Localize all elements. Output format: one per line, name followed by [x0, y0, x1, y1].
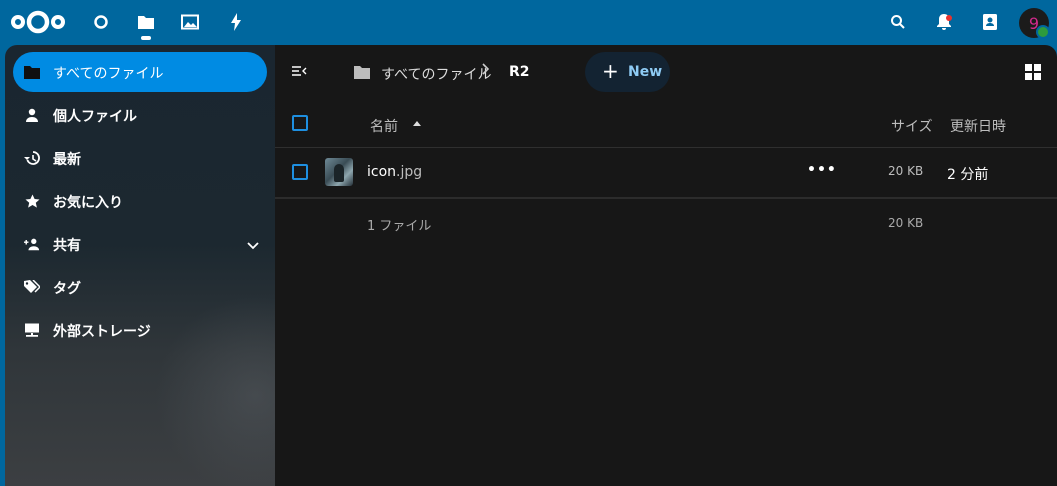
sidebar-item-external-storage[interactable]: 外部ストレージ [13, 310, 267, 350]
files-summary-size: 20 KB [888, 216, 924, 230]
sidebar-item-label: 共有 [53, 238, 81, 254]
divider [275, 197, 1057, 199]
sidebar-item-label: 個人ファイル [53, 109, 137, 125]
sidebar-item-label: お気に入り [53, 195, 123, 211]
history-icon [24, 150, 40, 166]
column-header-size[interactable]: サイズ [891, 116, 933, 136]
breadcrumb-current[interactable]: R2 [509, 64, 530, 80]
notifications-icon[interactable] [931, 9, 957, 35]
file-name[interactable]: icon.jpg [367, 164, 422, 180]
file-row-checkbox[interactable] [292, 164, 308, 180]
top-header: 9 [0, 0, 1057, 45]
sidebar-item-label: タグ [53, 281, 81, 297]
sidebar-item-all-files[interactable]: すべてのファイル [13, 52, 267, 92]
file-modified: 2 分前 [947, 167, 989, 183]
folder-icon [354, 64, 370, 83]
chevron-down-icon[interactable] [247, 238, 259, 254]
contacts-icon[interactable] [977, 9, 1003, 35]
chevron-right-icon [481, 63, 490, 79]
sidebar-item-label: 最新 [53, 152, 81, 168]
grid-view-icon[interactable] [1025, 64, 1041, 84]
share-icon [24, 236, 40, 252]
plus-icon: + [602, 59, 619, 83]
external-storage-icon [24, 322, 40, 338]
breadcrumb-root[interactable]: すべてのファイル [381, 64, 491, 84]
nextcloud-logo-icon[interactable] [10, 8, 66, 36]
active-app-indicator [141, 36, 151, 40]
file-basename: icon [367, 164, 397, 180]
activity-icon[interactable] [223, 9, 249, 35]
star-icon [24, 193, 40, 209]
person-icon [24, 107, 40, 123]
file-size: 20 KB [888, 164, 924, 178]
new-button[interactable]: + New [585, 52, 670, 92]
file-thumbnail[interactable] [325, 158, 353, 186]
sidebar-item-personal-files[interactable]: 個人ファイル [13, 95, 267, 135]
folder-icon [24, 64, 40, 80]
files-summary-count: 1 ファイル [367, 219, 432, 234]
sidebar-item-tags[interactable]: タグ [13, 267, 267, 307]
tag-icon [24, 279, 40, 295]
divider [275, 147, 1057, 148]
online-status-indicator [1036, 25, 1050, 39]
column-header-name[interactable]: 名前 [370, 116, 398, 136]
file-extension: .jpg [396, 164, 423, 180]
sidebar-item-label: すべてのファイル [53, 66, 164, 82]
more-actions-icon[interactable]: ••• [807, 162, 837, 178]
sidebar-item-recent[interactable]: 最新 [13, 138, 267, 178]
toggle-navigation-icon[interactable] [291, 63, 307, 82]
sidebar-navigation: すべてのファイル 個人ファイル 最新 お気に入り 共有 タグ 外部ストレージ [5, 45, 275, 486]
sidebar-item-favorites[interactable]: お気に入り [13, 181, 267, 221]
files-main-area: すべてのファイル R2 + New 名前 サイズ 更新日時 icon.jpg •… [275, 45, 1057, 486]
column-header-modified[interactable]: 更新日時 [950, 116, 1006, 136]
new-button-label: New [628, 64, 663, 80]
select-all-checkbox[interactable] [292, 115, 308, 131]
files-icon[interactable] [133, 9, 159, 35]
notification-badge [946, 15, 952, 21]
sidebar-item-shares[interactable]: 共有 [13, 224, 267, 264]
search-icon[interactable] [885, 9, 911, 35]
photos-icon[interactable] [177, 9, 203, 35]
sort-ascending-icon [413, 121, 421, 126]
dashboard-icon[interactable] [88, 9, 114, 35]
sidebar-item-label: 外部ストレージ [53, 324, 151, 340]
